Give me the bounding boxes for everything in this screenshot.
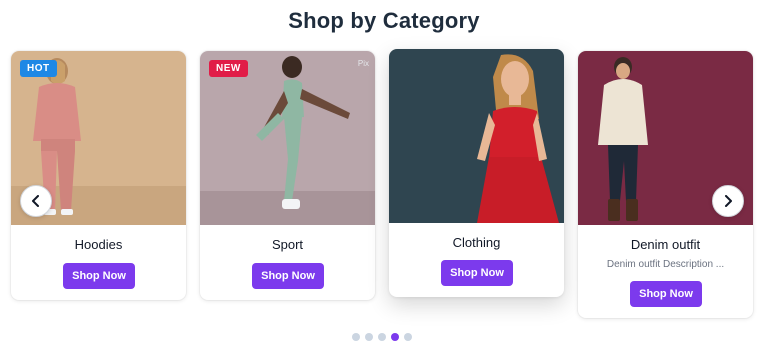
card-title: Clothing [452,235,501,250]
new-badge: NEW [209,60,248,77]
card-title: Sport [271,237,304,252]
shop-now-button-denim-outfit[interactable]: Shop Now [630,281,702,307]
category-card-sport[interactable]: NEW Pix Sport Shop Now [200,51,375,300]
chevron-right-icon [725,195,732,207]
carousel-pagination [352,333,412,341]
pagination-dot[interactable] [378,333,386,341]
card-title: Hoodies [74,237,123,252]
pagination-dot[interactable] [352,333,360,341]
category-card-hoodies[interactable]: HOT Hoodies Shop Now [11,51,186,300]
image-watermark: Pix [357,59,369,68]
card-title: Denim outfit [630,237,701,252]
pagination-dot-active[interactable] [391,333,399,341]
card-description: Denim outfit Description ... [606,259,725,270]
shop-now-button-hoodies[interactable]: Shop Now [63,263,135,289]
chevron-left-icon [32,195,39,207]
sport-image: NEW Pix [200,51,375,225]
clothing-image [389,49,564,223]
category-card-clothing[interactable]: Clothing Shop Now [389,49,564,297]
hot-badge: HOT [20,60,57,77]
shop-now-button-sport[interactable]: Shop Now [252,263,324,289]
carousel-next-button[interactable] [712,185,744,217]
shop-now-button-clothing[interactable]: Shop Now [441,260,513,286]
pagination-dot[interactable] [404,333,412,341]
section-title: Shop by Category [288,8,480,33]
pagination-dot[interactable] [365,333,373,341]
carousel-prev-button[interactable] [20,185,52,217]
